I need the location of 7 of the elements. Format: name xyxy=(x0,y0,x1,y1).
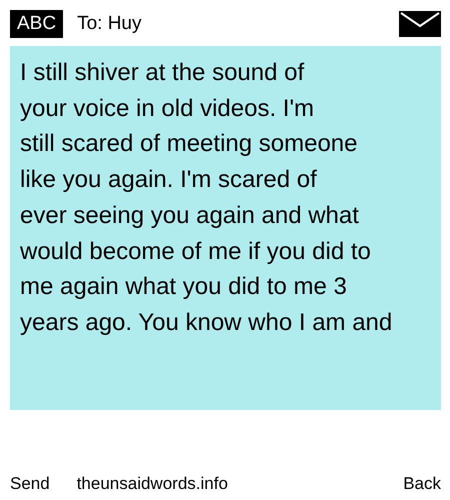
input-mode-badge: ABC xyxy=(10,10,64,38)
website-label: theunsaidwords.info xyxy=(76,474,228,494)
envelope-icon xyxy=(399,11,441,37)
message-text-area[interactable]: I still shiver at the sound of your voice in old videos. I'm still scared of meeting someone like you again. I'm scared of ever seeing you again and what would become of me if you did to me again what you did to me 3 years ago. You know who I am and xyxy=(10,46,441,410)
back-softkey[interactable]: Back xyxy=(403,474,441,494)
send-softkey[interactable]: Send xyxy=(10,474,50,494)
recipient-label: To: Huy xyxy=(77,13,142,35)
